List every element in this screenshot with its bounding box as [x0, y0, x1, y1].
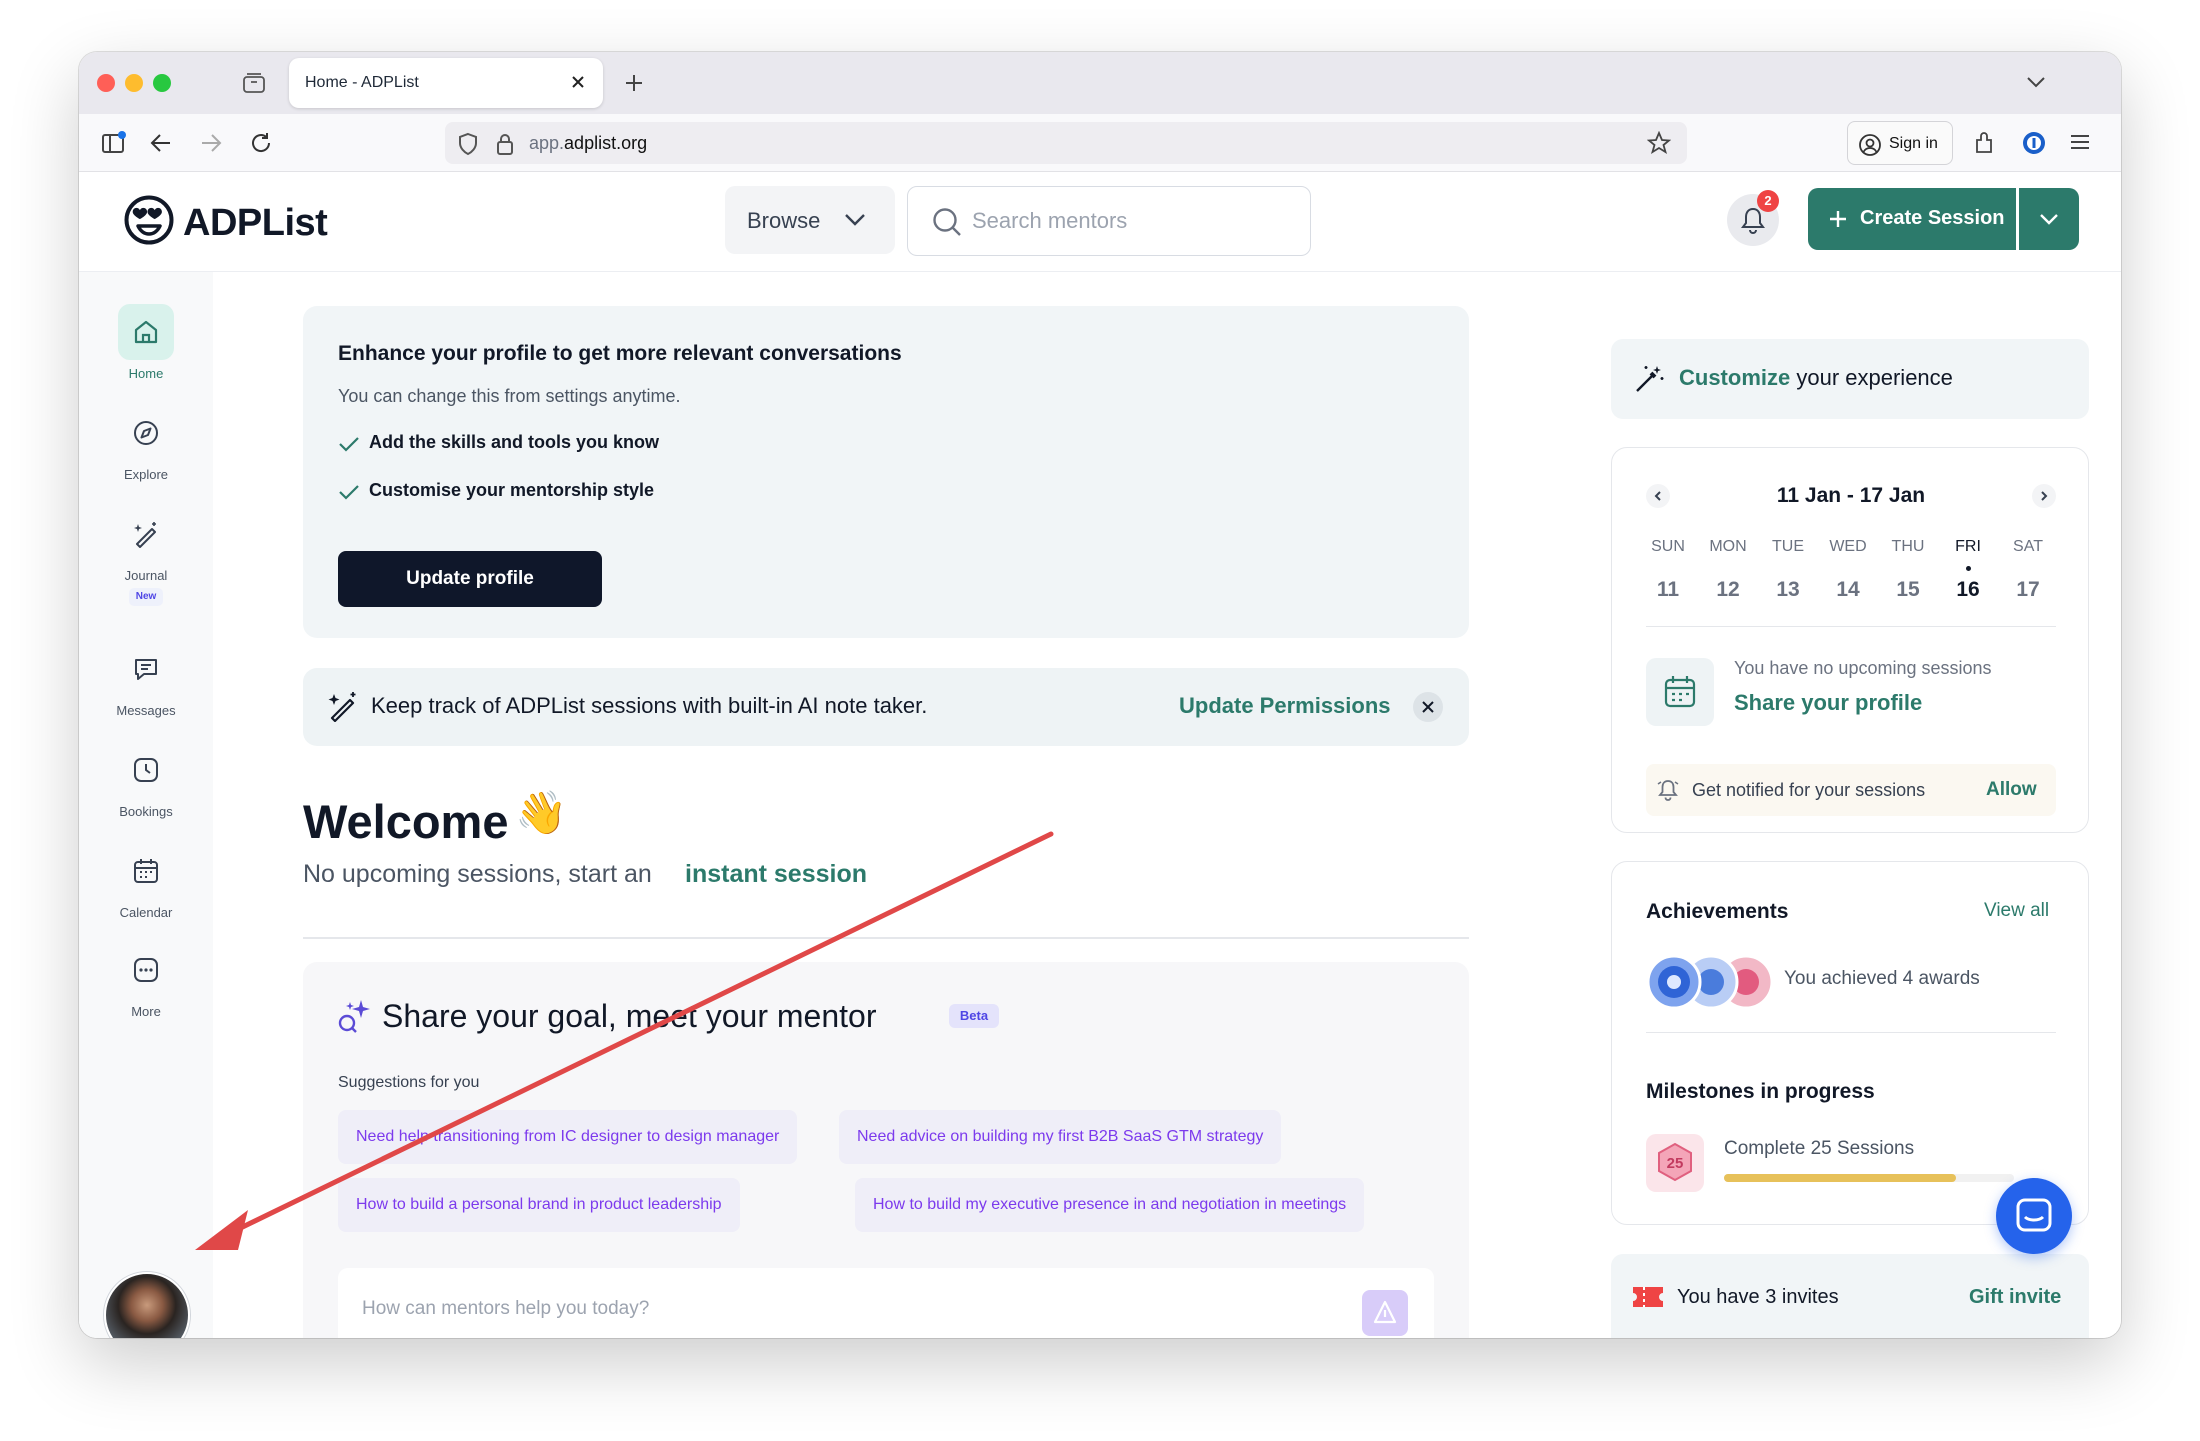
- annotation-arrow: [195, 831, 1054, 1250]
